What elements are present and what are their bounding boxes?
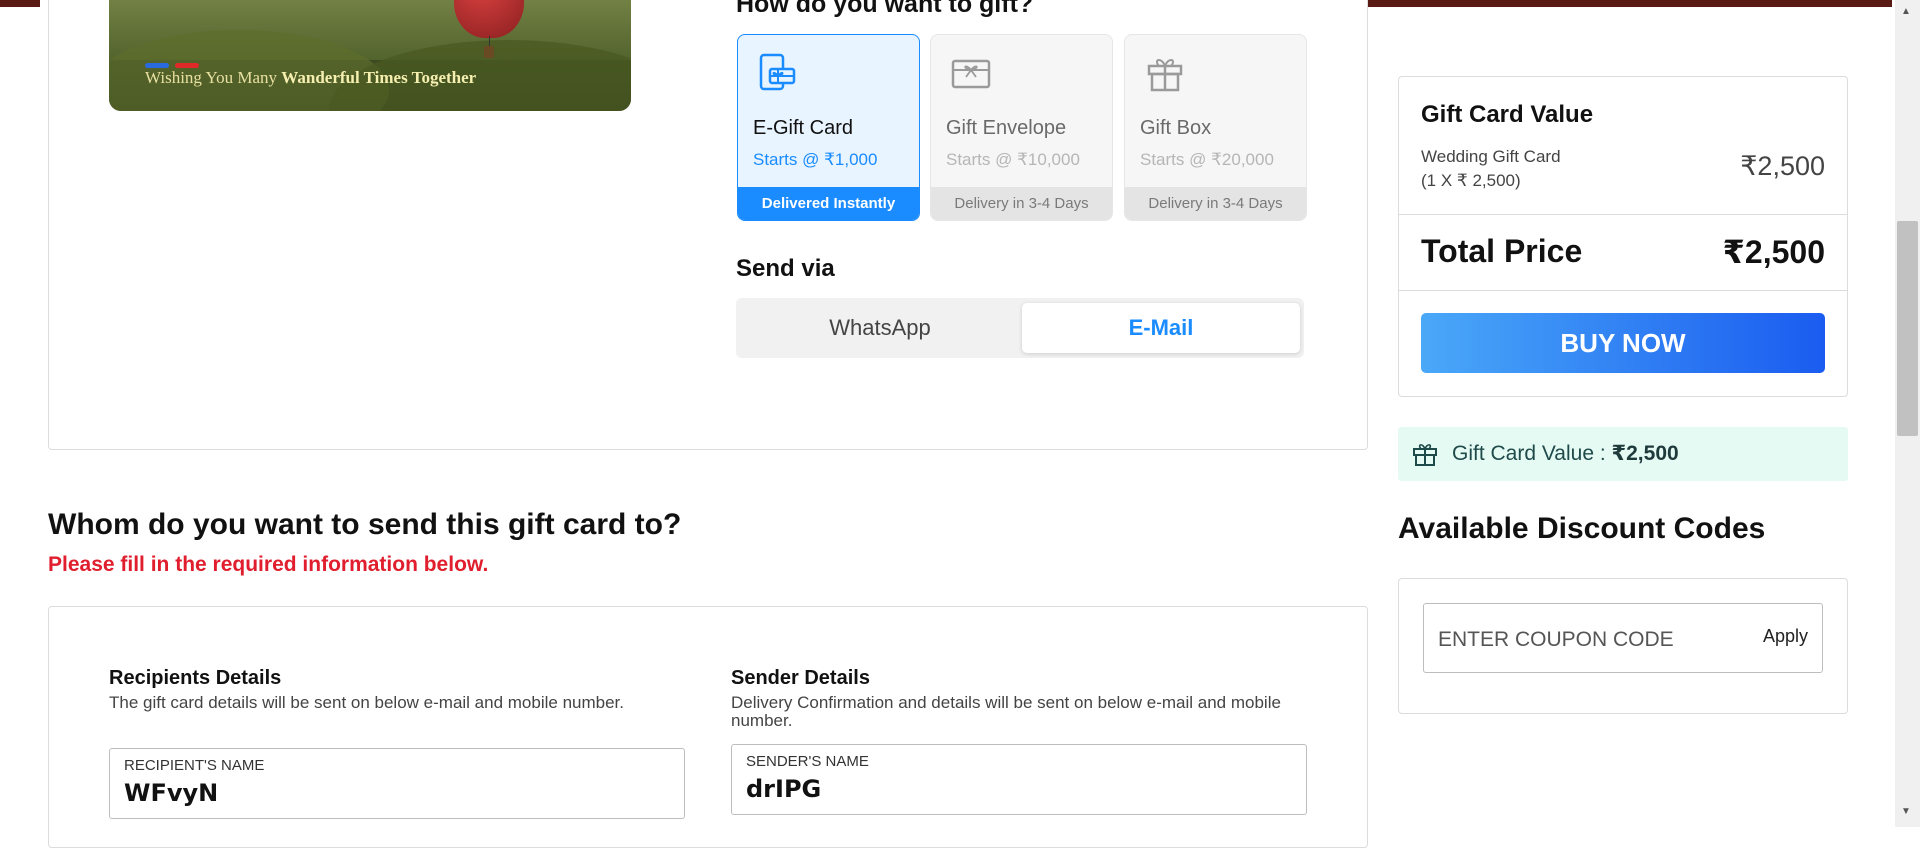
sender-name-field[interactable]: SENDER'S NAME drIPG bbox=[731, 744, 1307, 815]
recipient-section-heading: Whom do you want to send this gift card … bbox=[48, 508, 682, 541]
send-via-email-button[interactable]: E-Mail bbox=[1022, 303, 1300, 353]
option-gift-envelope[interactable]: Gift Envelope Starts @ ₹10,000 Delivery … bbox=[930, 34, 1113, 221]
scrollbar-thumb[interactable] bbox=[1897, 221, 1918, 436]
total-price-label: Total Price bbox=[1421, 233, 1583, 269]
option-delivery: Delivery in 3-4 Days bbox=[931, 187, 1112, 220]
summary-item-amount: ₹2,500 bbox=[1740, 151, 1825, 181]
send-via-whatsapp-button[interactable]: WhatsApp bbox=[741, 303, 1019, 353]
gift-card-caption: Wishing You Many Wanderful Times Togethe… bbox=[145, 68, 477, 87]
summary-item: Wedding Gift Card (1 X ₹ 2,500) bbox=[1421, 145, 1561, 193]
gift-card-value-banner: Gift Card Value : ₹2,500 bbox=[1398, 427, 1848, 481]
gift-value-text: Gift Card Value : ₹2,500 bbox=[1452, 442, 1679, 465]
option-delivery: Delivered Instantly bbox=[738, 187, 919, 220]
option-gift-box[interactable]: Gift Box Starts @ ₹20,000 Delivery in 3-… bbox=[1124, 34, 1307, 221]
required-info-warning: Please fill in the required information … bbox=[48, 553, 489, 576]
coupon-panel: ENTER COUPON CODE Apply bbox=[1398, 578, 1848, 714]
option-title: E-Gift Card bbox=[753, 117, 854, 139]
total-price-amount: ₹2,500 bbox=[1722, 234, 1825, 270]
summary-heading: Gift Card Value bbox=[1421, 101, 1594, 128]
envelope-gift-icon bbox=[951, 59, 991, 89]
recipients-details-title: Recipients Details bbox=[109, 667, 282, 689]
option-delivery: Delivery in 3-4 Days bbox=[1125, 187, 1306, 220]
gift-method-heading: How do you want to gift? bbox=[736, 0, 1034, 18]
gift-box-icon bbox=[1147, 59, 1183, 92]
recipient-name-value[interactable]: WFvyN bbox=[124, 779, 218, 807]
divider bbox=[1399, 214, 1847, 215]
apply-coupon-button[interactable]: Apply bbox=[1763, 626, 1808, 647]
recipient-name-field[interactable]: RECIPIENT'S NAME WFvyN bbox=[109, 748, 685, 819]
discount-codes-heading: Available Discount Codes bbox=[1398, 512, 1766, 545]
send-via-toggle: WhatsApp E-Mail bbox=[736, 298, 1304, 358]
gift-icon bbox=[1413, 444, 1437, 466]
option-title: Gift Box bbox=[1140, 117, 1212, 139]
divider bbox=[1399, 290, 1847, 291]
option-e-gift-card[interactable]: E-Gift Card Starts @ ₹1,000 Delivered In… bbox=[737, 34, 920, 221]
gift-card-image: Wishing You Many Wanderful Times Togethe… bbox=[109, 0, 631, 111]
send-via-heading: Send via bbox=[736, 255, 835, 282]
recipient-name-label: RECIPIENT'S NAME bbox=[124, 757, 265, 774]
option-price: Starts @ ₹1,000 bbox=[753, 150, 878, 169]
phone-gift-icon bbox=[759, 53, 796, 91]
sender-name-value[interactable]: drIPG bbox=[746, 775, 821, 803]
recipients-details-desc: The gift card details will be sent on be… bbox=[109, 693, 624, 712]
option-title: Gift Envelope bbox=[946, 117, 1067, 139]
carousel-dots[interactable] bbox=[145, 55, 205, 68]
summary-item-qty: (1 X ₹ 2,500) bbox=[1421, 171, 1521, 190]
sender-name-label: SENDER'S NAME bbox=[746, 753, 869, 770]
summary-item-name: Wedding Gift Card bbox=[1421, 147, 1561, 166]
scroll-up-arrow-icon[interactable]: ▲ bbox=[1901, 6, 1911, 17]
order-summary: Gift Card Value Wedding Gift Card (1 X ₹… bbox=[1398, 76, 1848, 397]
scroll-down-arrow-icon[interactable]: ▼ bbox=[1901, 806, 1911, 817]
coupon-input[interactable]: ENTER COUPON CODE Apply bbox=[1423, 603, 1823, 673]
option-price: Starts @ ₹10,000 bbox=[946, 150, 1080, 169]
balloon-basket bbox=[484, 46, 494, 58]
sender-details-title: Sender Details bbox=[731, 667, 870, 689]
coupon-placeholder[interactable]: ENTER COUPON CODE bbox=[1438, 628, 1674, 652]
top-decor-strip-left bbox=[0, 0, 40, 7]
top-decor-strip bbox=[1368, 0, 1892, 7]
sender-details-desc: Delivery Confirmation and details will b… bbox=[731, 693, 1281, 730]
option-price: Starts @ ₹20,000 bbox=[1140, 150, 1274, 169]
buy-now-button[interactable]: BUY NOW bbox=[1421, 313, 1825, 373]
